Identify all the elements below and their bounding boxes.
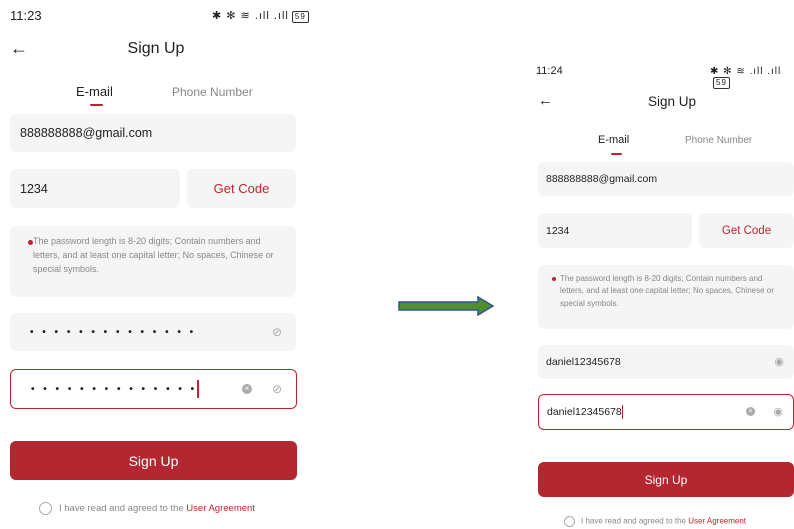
status-time: 11:24 bbox=[536, 65, 563, 77]
hint-bullet-icon bbox=[552, 277, 556, 281]
text-caret bbox=[621, 405, 624, 419]
user-agreement-link[interactable]: User Agreement bbox=[186, 503, 255, 514]
email-field[interactable]: 888888888@gmail.com bbox=[538, 162, 794, 196]
email-value: 888888888@gmail.com bbox=[20, 126, 153, 140]
back-arrow-icon[interactable]: ← bbox=[538, 92, 553, 110]
tab-phone-number[interactable]: Phone Number bbox=[685, 135, 752, 146]
tab-indicator bbox=[90, 104, 103, 106]
confirm-password-field[interactable]: daniel12345678 × ◉ bbox=[538, 394, 794, 430]
code-value: 1234 bbox=[20, 181, 48, 196]
battery-icon: 59 bbox=[713, 77, 730, 89]
password-hint: The password length is 8-20 digits; Cont… bbox=[10, 226, 296, 297]
verification-code-field[interactable]: 1234 bbox=[538, 213, 692, 248]
text-caret bbox=[197, 380, 199, 398]
agree-checkbox[interactable] bbox=[39, 502, 52, 515]
tab-email[interactable]: E-mail bbox=[76, 84, 113, 99]
right-screenshot: 11:24 ✱ ✻ ≋ .ıll .ıll59 ← Sign Up E-mail… bbox=[526, 52, 794, 529]
eye-off-icon[interactable]: ⊘ bbox=[272, 325, 282, 339]
status-icons: ✱ ✻ ≋ .ıll .ıll59 bbox=[212, 9, 309, 23]
hint-text: The password length is 8-20 digits; Cont… bbox=[33, 236, 274, 274]
status-icons: ✱ ✻ ≋ .ıll .ıll59 bbox=[710, 66, 794, 89]
password-value: daniel12345678 bbox=[546, 356, 621, 368]
clear-icon[interactable]: × bbox=[746, 407, 755, 416]
confirm-password-field[interactable]: • • • • • • • • • • • • • • × ⊘ bbox=[10, 369, 297, 409]
password-value: • • • • • • • • • • • • • • bbox=[30, 326, 197, 338]
status-icons-text: ✱ ✻ ≋ .ıll .ıll bbox=[212, 10, 289, 22]
clear-icon[interactable]: × bbox=[242, 384, 252, 394]
left-screenshot: 11:23 ✱ ✻ ≋ .ıll .ıll 59 ← Sign Up E-mail… bbox=[0, 0, 312, 529]
confirm-password-value: • • • • • • • • • • • • • • bbox=[31, 383, 198, 395]
tab-email[interactable]: E-mail bbox=[598, 134, 629, 146]
eye-off-icon[interactable]: ⊘ bbox=[272, 382, 282, 396]
user-agreement-link[interactable]: User Agreement bbox=[688, 517, 746, 526]
user-agreement: I have read and agreed to the User Agree… bbox=[39, 502, 255, 515]
page-title: Sign Up bbox=[127, 40, 185, 57]
password-hint: The password length is 8-20 digits; Cont… bbox=[538, 265, 794, 329]
agree-checkbox[interactable] bbox=[564, 516, 575, 527]
arrow-shape bbox=[398, 296, 494, 316]
user-agreement: I have read and agreed to the User Agree… bbox=[564, 516, 746, 527]
password-field[interactable]: • • • • • • • • • • • • • • ⊘ bbox=[10, 313, 296, 351]
code-value: 1234 bbox=[546, 224, 570, 237]
battery-icon: 59 bbox=[291, 11, 309, 23]
get-code-button[interactable]: Get Code bbox=[699, 213, 794, 248]
sign-up-button[interactable]: Sign Up bbox=[10, 441, 297, 480]
get-code-button[interactable]: Get Code bbox=[187, 169, 296, 208]
confirm-password-value: daniel12345678 bbox=[547, 406, 622, 418]
email-field[interactable]: 888888888@gmail.com bbox=[10, 114, 296, 152]
hint-text: The password length is 8-20 digits; Cont… bbox=[560, 274, 774, 308]
status-time: 11:23 bbox=[10, 8, 42, 23]
agreement-text: I have read and agreed to the bbox=[59, 503, 187, 515]
status-icons-text: ✱ ✻ ≋ .ıll .ıll bbox=[710, 66, 782, 77]
email-value: 888888888@gmail.com bbox=[546, 173, 658, 185]
eye-icon[interactable]: ◉ bbox=[774, 355, 784, 368]
hint-bullet-icon bbox=[28, 240, 33, 245]
tab-indicator bbox=[611, 153, 622, 155]
sign-up-button[interactable]: Sign Up bbox=[538, 462, 794, 497]
page-title: Sign Up bbox=[647, 94, 697, 109]
password-field[interactable]: daniel12345678 ◉ bbox=[538, 345, 794, 379]
agreement-text: I have read and agreed to the bbox=[581, 516, 689, 526]
eye-icon[interactable]: ◉ bbox=[773, 405, 783, 418]
verification-code-field[interactable]: 1234 bbox=[10, 169, 180, 208]
right-arrow-icon bbox=[398, 296, 494, 316]
tab-phone-number[interactable]: Phone Number bbox=[172, 85, 253, 99]
